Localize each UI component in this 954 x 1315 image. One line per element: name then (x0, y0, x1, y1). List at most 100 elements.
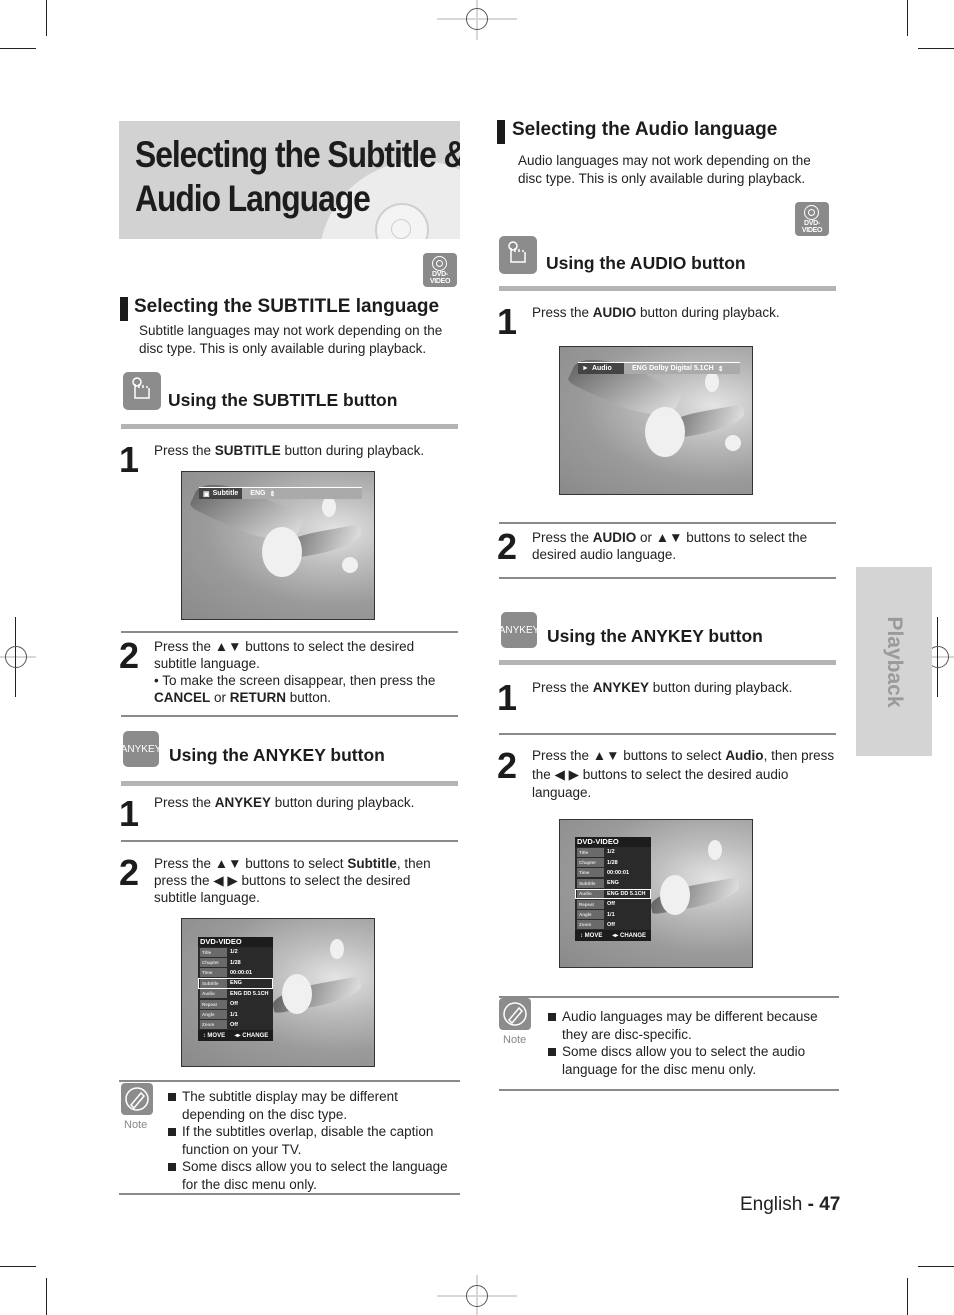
step-1-text: Press the AUDIO button during playback. (532, 304, 832, 321)
anykey-label: ANYKEY (498, 624, 540, 636)
audio-osd-bar: ► Audio ENG Dolby Digital 5.1CH ⇕ (578, 362, 740, 374)
tv-screen-subtitle: ▣ Subtitle ENG ⇕ (181, 471, 375, 620)
crop-mark (0, 48, 36, 49)
dvd-menu-key: Time (577, 868, 604, 878)
dvd-menu-key: Zoom (577, 920, 604, 930)
bird (282, 974, 312, 1014)
step-number: 1 (497, 301, 518, 342)
dvd-menu-row: Zoom Off (198, 1020, 273, 1030)
step-2-text: Press the ▲▼ buttons to select Audio, th… (532, 747, 837, 803)
note-item: Audio languages may be different because… (548, 1008, 836, 1043)
step-text-part: Press the ▲▼ buttons to select the desir… (154, 639, 415, 671)
chapter-tab: Playback (856, 567, 932, 756)
dvd-menu-row: Angle 1/1 (198, 1009, 273, 1020)
page-number: English - 47 (740, 1194, 840, 1216)
section-rule (121, 781, 458, 786)
disc-hole (391, 219, 411, 239)
step-2-text: Press the ▲▼ buttons to select the desir… (154, 638, 454, 706)
step-rule (121, 715, 458, 717)
dvd-info-menu: DVD-VIDEO Title 1/2 Chapter 1/28 Time 00:00:01… (198, 937, 273, 1042)
step-text-part: button during playback. (649, 680, 793, 695)
step-rule (499, 522, 836, 524)
dvd-menu-key: Time (200, 968, 227, 978)
dvd-menu-value: 1/28 (607, 859, 618, 866)
dvd-menu-key: Angle (200, 1010, 227, 1020)
step-2-text: Press the AUDIO or ▲▼ buttons to select … (532, 529, 832, 563)
note-pencil-icon (121, 1083, 153, 1115)
disc-icon-center (808, 209, 815, 216)
osd-label: ▣ Subtitle (199, 488, 243, 499)
dvd-menu-key: Audio (200, 989, 227, 999)
crop-mark (918, 1266, 954, 1267)
dvd-menu-row: Angle 1/1 (575, 909, 651, 920)
dvd-menu-row: Time 00:00:01 (198, 968, 273, 978)
dvd-menu-footer: ↕ MOVE ◂▸ CHANGE (575, 930, 651, 942)
crop-mark (46, 1278, 47, 1315)
subtitle-section-heading: Selecting the SUBTITLE language (134, 296, 440, 317)
step-text-bold: Subtitle (347, 856, 397, 871)
dvd-menu-key: Repeat (200, 999, 227, 1009)
dvd-menu-row: Subtitle ENG (198, 978, 273, 989)
dvd-menu-row: Chapter 1/28 (575, 857, 651, 868)
crop-mark (918, 48, 954, 49)
page-separator: - (802, 1194, 820, 1215)
page-title-banner: Selecting the Subtitle & Audio Language (119, 121, 460, 239)
registration-mark (466, 1285, 488, 1307)
step-number: 1 (119, 793, 140, 834)
page-number-value: 47 (819, 1194, 841, 1215)
registration-mark (5, 646, 27, 668)
dvd-menu-key: Audio (577, 889, 604, 899)
note-item: Some discs allow you to select the audio… (548, 1043, 836, 1078)
tv-screen-dvd-menu-audio: DVD-VIDEO Title 1/2 Chapter 1/28 Time 00:00:01… (559, 819, 753, 968)
dvd-menu-row: Repeat Off (198, 999, 273, 1009)
step-text-part: button. (286, 690, 332, 705)
subtitle-section-intro: Subtitle languages may not work dependin… (139, 323, 443, 356)
dvd-menu-key: Angle (577, 910, 604, 920)
step-text-part: • To make the screen disappear, then pre… (154, 673, 436, 688)
step-text-bold: ANYKEY (592, 680, 650, 695)
step-bullet: • To make the screen disappear, then pre… (154, 672, 454, 706)
dvd-menu-footer: ↕ MOVE ◂▸ CHANGE (198, 1030, 273, 1042)
remote-button-icon (123, 372, 161, 410)
note-label: Note (503, 1034, 527, 1046)
page-title-line1: Selecting the Subtitle & (135, 134, 460, 175)
bird (342, 557, 358, 573)
dvd-menu-key: Zoom (200, 1020, 227, 1030)
dvd-menu-row: Zoom Off (575, 920, 651, 930)
subtitle-notes-list: The subtitle display may be different de… (168, 1088, 458, 1193)
step-text-bold: ANYKEY (214, 795, 272, 810)
hand-press-icon (508, 241, 526, 263)
dvd-menu-value: ENG (607, 880, 619, 887)
crop-mark (0, 1266, 36, 1267)
step-text-bold: Audio (725, 748, 764, 763)
dvd-menu-value: 1/1 (607, 911, 615, 918)
step-number: 2 (119, 852, 140, 893)
note-rule (119, 1193, 460, 1195)
step-text-bold: SUBTITLE (214, 443, 281, 458)
crop-mark (907, 1278, 908, 1315)
dvd-menu-row: Chapter 1/28 (198, 957, 273, 968)
bird (708, 840, 722, 860)
change-hint: ◂▸ CHANGE (612, 933, 646, 940)
dvd-menu-value: Off (230, 1021, 238, 1028)
bird (725, 435, 741, 451)
using-anykey-button-heading: Using the ANYKEY button (169, 745, 385, 765)
dvd-menu-row: Time 00:00:01 (575, 868, 651, 878)
dvd-menu-key: Title (577, 847, 604, 857)
section-rule (121, 424, 458, 429)
dvd-menu-key: Chapter (577, 858, 604, 868)
dvd-menu-row: Subtitle ENG (575, 878, 651, 888)
step-number: 2 (497, 745, 518, 786)
step-text-part: button during playback. (280, 443, 425, 458)
step-2-text: Press the ▲▼ buttons to select Subtitle,… (154, 855, 454, 906)
osd-value: ENG (250, 490, 266, 497)
bird (322, 497, 336, 517)
step-rule (121, 631, 458, 633)
step-rule (499, 577, 836, 579)
step-1-text: Press the ANYKEY button during playback. (532, 679, 832, 696)
up-down-icon: ⇕ (717, 365, 724, 373)
audio-notes-list: Audio languages may be different because… (548, 1008, 836, 1078)
audio-section-heading: Selecting the Audio language (512, 119, 778, 140)
pencil-icon (503, 1002, 527, 1026)
dvd-video-badge: DVD-VIDEO (795, 202, 829, 236)
